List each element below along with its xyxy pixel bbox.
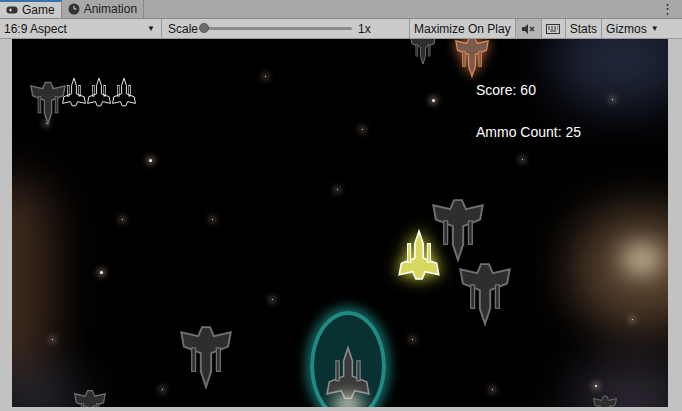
maximize-label: Maximize On Play — [414, 20, 511, 38]
star — [612, 99, 613, 100]
tab[interactable]: Animation — [62, 0, 144, 18]
gizmos-dropdown[interactable]: Gizmos ▼ — [602, 19, 663, 38]
star — [46, 123, 47, 124]
star — [265, 76, 266, 77]
maximize-on-play-button[interactable]: Maximize On Play — [410, 19, 516, 38]
shortcuts-button[interactable] — [542, 19, 566, 38]
nebula — [552, 39, 668, 109]
game-canvas[interactable]: Score: 60 Ammo Count: 25 — [12, 39, 668, 407]
speaker-muted-icon — [521, 23, 535, 35]
enemy-ship-icon — [590, 395, 620, 407]
game-view-frame: Score: 60 Ammo Count: 25 — [0, 39, 682, 411]
menu-icon[interactable]: ⋮ — [661, 0, 682, 18]
nebula — [12, 179, 52, 379]
dropdown-arrow-icon: ▼ — [147, 23, 155, 35]
enemy-ship-icon — [180, 323, 232, 391]
nebula — [12, 369, 82, 407]
aspect-label: 16:9 Aspect — [4, 20, 67, 38]
enemy-ship-icon — [432, 195, 484, 265]
star — [522, 159, 523, 160]
life-ship-icon — [62, 77, 86, 107]
stats-button[interactable]: Stats — [566, 19, 602, 38]
enemy-ship-icon — [70, 389, 110, 407]
star — [212, 219, 213, 220]
star — [272, 299, 273, 300]
tab-label: Animation — [84, 0, 137, 18]
star — [122, 219, 123, 220]
life-ship-icon — [87, 77, 111, 107]
star — [492, 389, 493, 390]
dropdown-arrow-icon: ▼ — [651, 23, 659, 35]
thruster-icon — [334, 397, 362, 407]
stats-label: Stats — [570, 20, 597, 38]
enemy-ship-icon — [455, 39, 489, 81]
tab-bar: Game Animation ⋮ — [0, 0, 682, 19]
lives-display — [62, 77, 136, 107]
scale-label: Scale — [168, 20, 198, 38]
scale-knob[interactable] — [199, 23, 209, 33]
toolbar: 16:9 Aspect ▼ Scale 1x Maximize On Play … — [0, 19, 682, 39]
scale-value: 1x — [358, 20, 371, 38]
star — [595, 385, 597, 387]
star — [632, 319, 633, 320]
tab-label: Game — [22, 1, 55, 19]
scale-slider[interactable] — [204, 27, 352, 30]
enemy-ship-icon — [410, 39, 436, 71]
sprites — [12, 39, 668, 407]
nebula — [622, 244, 662, 274]
ammo-powerup-icon — [398, 229, 440, 281]
aspect-dropdown[interactable]: 16:9 Aspect ▼ — [0, 19, 162, 38]
tab[interactable]: Game — [0, 0, 62, 18]
star — [52, 339, 53, 340]
game-window: Game Animation ⋮ 16:9 Aspect ▼ Scale 1x M… — [0, 0, 682, 411]
star — [149, 159, 152, 162]
life-ship-icon — [112, 77, 136, 107]
gizmos-label: Gizmos — [606, 20, 647, 38]
mute-audio-button[interactable] — [516, 19, 542, 38]
animation-clock-icon — [68, 3, 80, 15]
nebula — [572, 359, 668, 407]
gamepad-icon — [6, 4, 18, 16]
star — [362, 129, 363, 130]
keyboard-icon — [546, 24, 560, 34]
star — [100, 271, 103, 274]
ammo-text: Ammo Count: 25 — [476, 122, 581, 143]
star — [337, 189, 338, 190]
star — [162, 389, 163, 390]
score-text: Score: 60 — [476, 80, 536, 101]
enemy-ship-icon — [459, 261, 511, 327]
star — [412, 339, 413, 340]
enemy-ship-icon — [30, 71, 66, 135]
star — [432, 99, 435, 102]
scale-control: Scale 1x — [162, 19, 410, 38]
